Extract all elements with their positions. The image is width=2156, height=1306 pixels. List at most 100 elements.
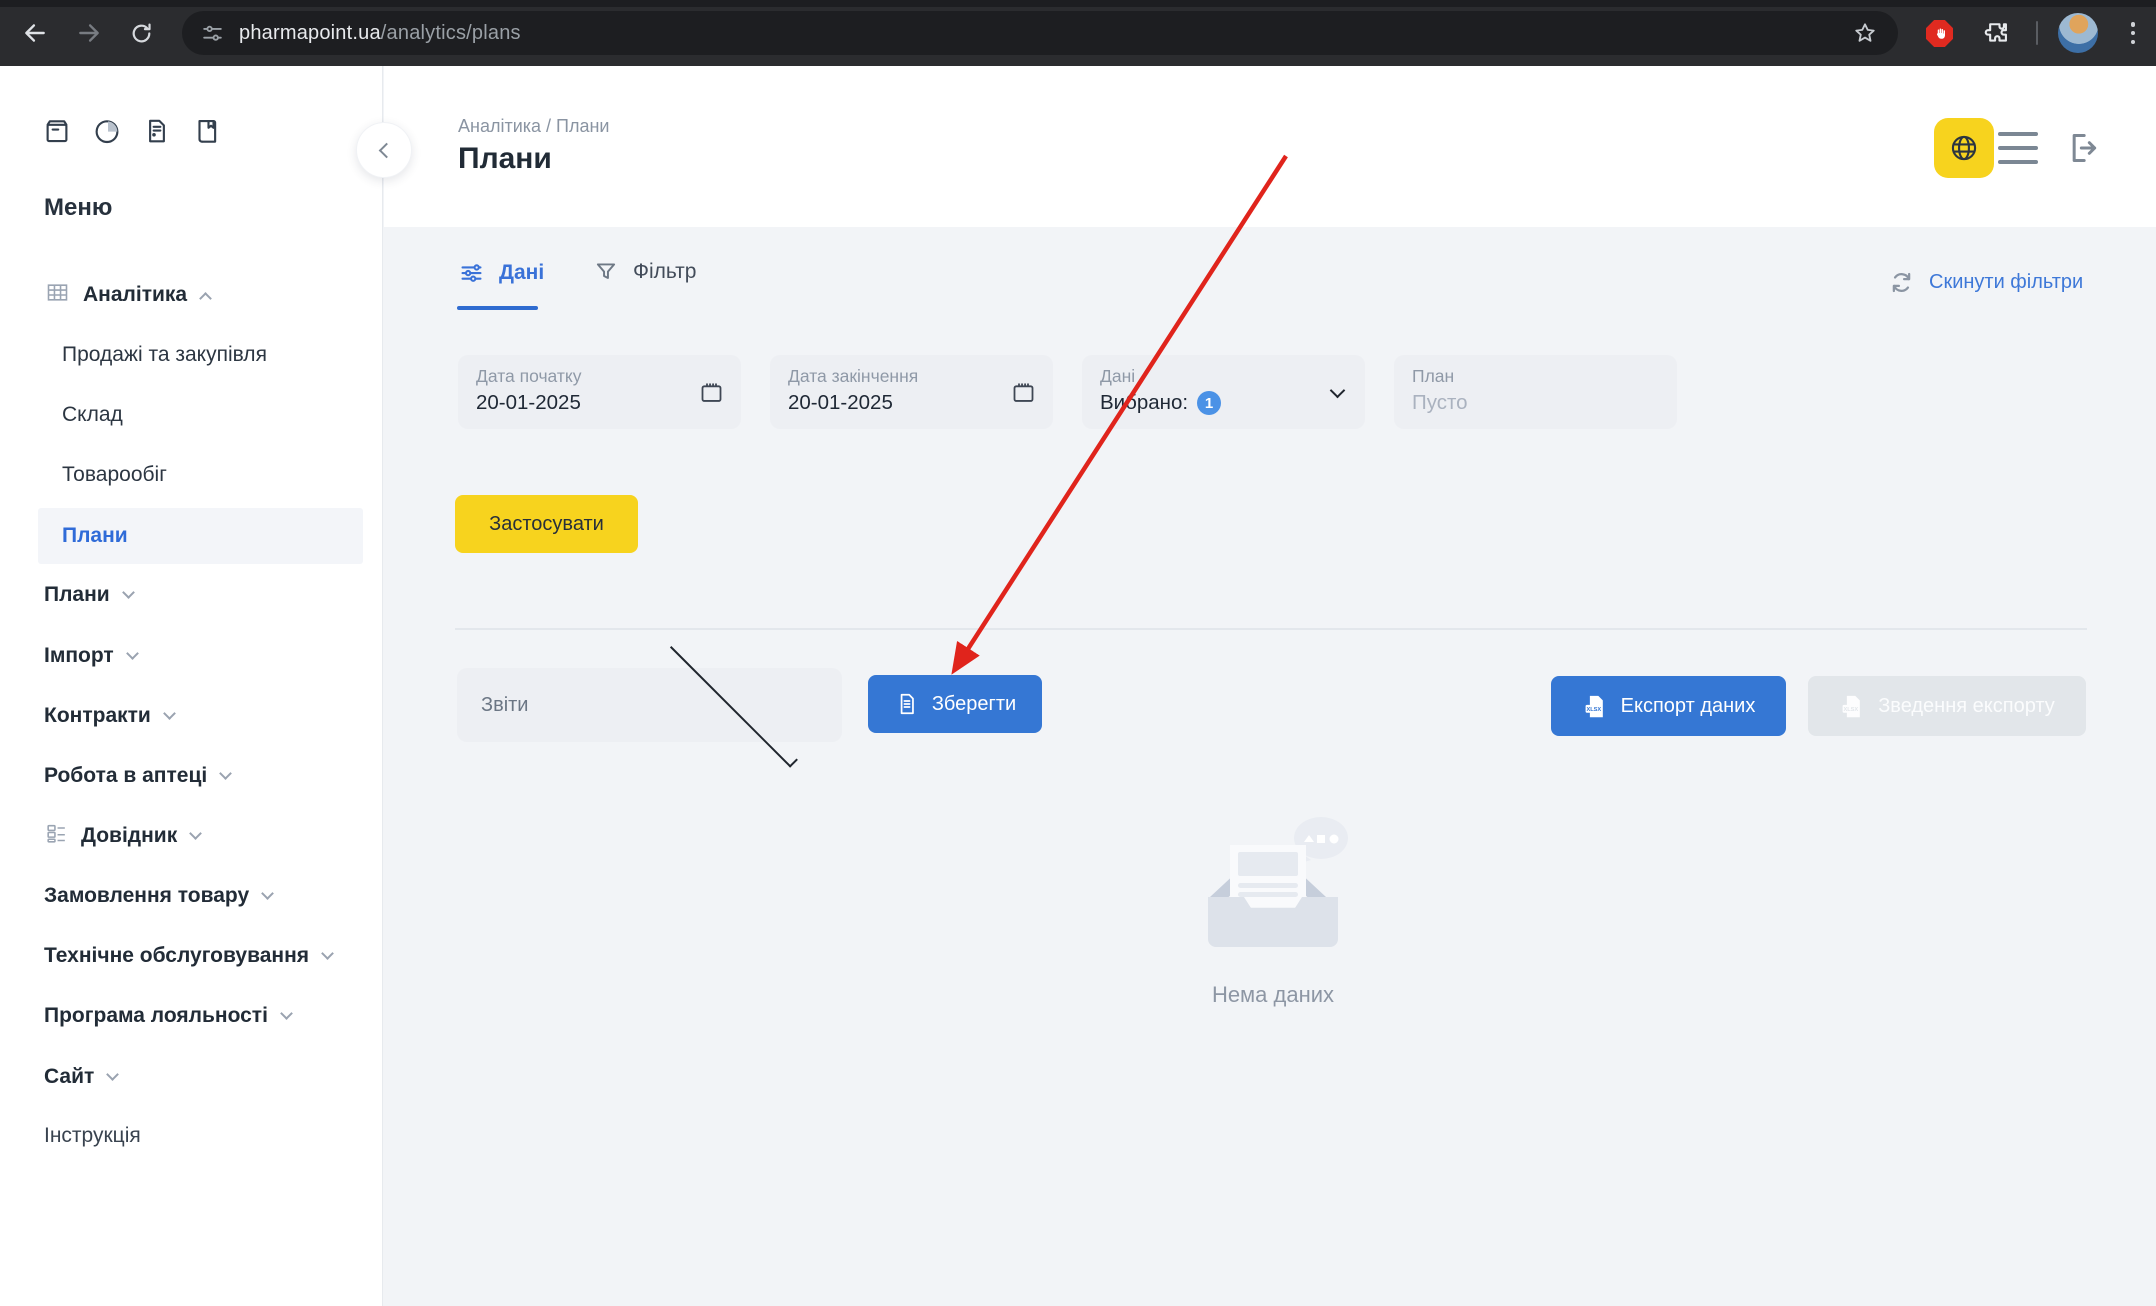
data-select-field[interactable]: Дані Вибрано:1 <box>1082 355 1365 429</box>
document-icon[interactable] <box>142 116 172 151</box>
active-tab-underline <box>457 306 538 310</box>
apps-menu-button[interactable] <box>1998 132 2038 164</box>
sidebar-collapse-button[interactable] <box>356 122 412 178</box>
xlsx-file-icon: XLSX <box>1582 693 1609 720</box>
chevron-down-icon <box>261 887 274 900</box>
start-date-field[interactable]: Дата початку 20-01-2025 <box>458 355 741 429</box>
language-button[interactable] <box>1934 118 1994 178</box>
browser-forward-button[interactable] <box>74 18 104 48</box>
sidebar-menu-heading: Меню <box>44 194 112 222</box>
calendar-icon[interactable] <box>698 379 725 411</box>
sidebar-item-sales[interactable]: Продажі та закупівля <box>62 340 267 370</box>
bookmark-star-icon[interactable] <box>1852 20 1878 46</box>
end-date-value: 20-01-2025 <box>788 391 1035 415</box>
sidebar: Меню Аналітика Продажі та закупівля Скла… <box>0 66 383 1306</box>
sidebar-section-maintenance[interactable]: Технічне обслуговування <box>44 941 332 971</box>
xlsx-file-icon: XLSX <box>1839 693 1866 720</box>
list-icon <box>44 821 69 852</box>
reset-filters-label: Скинути фільтри <box>1929 271 2083 294</box>
sidebar-item-label: Плани <box>62 524 128 548</box>
url-text: pharmapoint.ua/analytics/plans <box>239 22 521 45</box>
profile-avatar[interactable] <box>2058 13 2098 53</box>
field-label: План <box>1412 366 1659 387</box>
data-select-value: Вибрано:1 <box>1100 391 1347 415</box>
grid-icon <box>44 279 71 312</box>
plan-select-field[interactable]: План Пусто <box>1394 355 1677 429</box>
sidebar-item-warehouse[interactable]: Склад <box>62 400 123 430</box>
chevron-down-icon <box>280 1007 293 1020</box>
sidebar-section-contracts[interactable]: Контракти <box>44 701 174 731</box>
extensions-puzzle-icon[interactable] <box>1982 19 2010 52</box>
sidebar-section-pharmacy-work[interactable]: Робота в аптеці <box>44 761 230 791</box>
url-bar[interactable]: pharmapoint.ua/analytics/plans <box>182 11 1898 55</box>
url-host: pharmapoint.ua <box>239 22 381 44</box>
sidebar-item-label: Продажі та закупівля <box>62 343 267 367</box>
document-icon <box>894 691 920 717</box>
tab-data[interactable]: Дані <box>458 259 544 286</box>
save-button-label: Зберегти <box>932 693 1016 716</box>
export-data-button[interactable]: XLSX Експорт даних <box>1551 676 1786 736</box>
selected-count-badge: 1 <box>1197 391 1221 415</box>
tab-filter[interactable]: Фільтр <box>593 259 696 285</box>
start-date-value: 20-01-2025 <box>476 391 723 415</box>
sidebar-item-label: Сайт <box>44 1065 94 1089</box>
browser-reload-button[interactable] <box>126 18 156 48</box>
globe-icon <box>1948 132 1980 164</box>
app-root: pharmapoint.ua/analytics/plans Меню Анал… <box>0 0 2156 1306</box>
calendar-icon[interactable] <box>1010 379 1037 411</box>
chevron-left-icon <box>379 142 395 158</box>
sidebar-item-label: Аналітика <box>83 283 187 307</box>
chevron-down-icon <box>1332 383 1343 401</box>
sidebar-section-loyalty[interactable]: Програма лояльності <box>44 1001 291 1031</box>
plan-placeholder: Пусто <box>1412 391 1659 415</box>
chevron-down-icon <box>122 586 135 599</box>
logout-button[interactable] <box>2060 128 2100 173</box>
chevron-down-icon <box>669 639 797 767</box>
svg-text:XLSX: XLSX <box>1586 706 1601 712</box>
apply-button[interactable]: Застосувати <box>455 495 638 553</box>
reports-dropdown[interactable]: Звіти <box>457 668 842 742</box>
pie-chart-icon[interactable] <box>92 116 122 151</box>
hand-icon <box>1932 26 1948 42</box>
sidebar-item-label: Контракти <box>44 704 151 728</box>
book-icon[interactable] <box>192 116 222 151</box>
reset-icon <box>1888 269 1915 296</box>
site-info-icon[interactable] <box>200 21 225 46</box>
sliders-icon <box>458 259 485 286</box>
logout-icon <box>2060 128 2100 168</box>
empty-state-label: Нема даних <box>1178 982 1368 1008</box>
sidebar-item-label: Плани <box>44 583 110 607</box>
save-button[interactable]: Зберегти <box>868 675 1042 733</box>
sidebar-section-goods-order[interactable]: Замовлення товару <box>44 881 272 911</box>
section-divider <box>455 628 2087 630</box>
browser-back-button[interactable] <box>20 18 50 48</box>
svg-text:XLSX: XLSX <box>1844 706 1859 712</box>
forward-icon <box>76 20 102 46</box>
sidebar-section-site[interactable]: Сайт <box>44 1062 117 1092</box>
reset-filters-link[interactable]: Скинути фільтри <box>1888 269 2083 296</box>
sidebar-section-plans[interactable]: Плани <box>44 580 133 610</box>
funnel-icon <box>593 259 619 285</box>
export-summary-label: Зведення експорту <box>1878 695 2055 718</box>
package-icon[interactable] <box>42 116 72 151</box>
chevron-down-icon <box>106 1068 119 1081</box>
reports-dropdown-value: Звіти <box>481 694 649 717</box>
field-label: Дані <box>1100 366 1347 387</box>
sidebar-section-directory[interactable]: Довідник <box>44 821 200 851</box>
sidebar-item-label: Інструкція <box>44 1124 141 1148</box>
adblock-extension-icon[interactable] <box>1926 20 1953 47</box>
browser-menu-icon[interactable] <box>2126 20 2140 46</box>
sidebar-item-label: Робота в аптеці <box>44 764 207 788</box>
sidebar-item-plans-active[interactable]: Плани <box>62 521 128 551</box>
sidebar-item-analytics[interactable]: Аналітика <box>44 280 210 310</box>
sidebar-item-label: Склад <box>62 403 123 427</box>
toolbar-divider <box>2036 21 2038 45</box>
end-date-field[interactable]: Дата закінчення 20-01-2025 <box>770 355 1053 429</box>
export-button-label: Експорт даних <box>1621 695 1756 718</box>
sidebar-item-turnover[interactable]: Товарообіг <box>62 460 167 490</box>
sidebar-item-instruction[interactable]: Інструкція <box>44 1121 141 1151</box>
page-title: Плани <box>458 142 552 176</box>
tab-label: Дані <box>499 261 544 285</box>
sidebar-section-import[interactable]: Імпорт <box>44 641 137 671</box>
reload-icon <box>129 21 154 46</box>
